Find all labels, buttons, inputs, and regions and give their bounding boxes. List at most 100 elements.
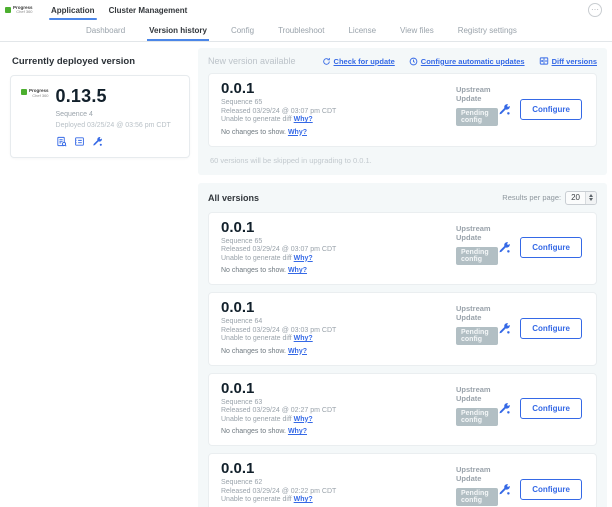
deployed-timestamp: Deployed 03/25/24 @ 03:56 pm CDT — [56, 122, 179, 129]
more-menu-button[interactable]: ⋯ — [588, 3, 602, 17]
diff-note: Unable to generate diff — [221, 255, 294, 262]
top-header: Progress Chef 360 Application Cluster Ma… — [0, 0, 612, 20]
version-number: 0.0.1 — [221, 81, 456, 97]
diff-why-link[interactable]: Why? — [294, 335, 313, 342]
version-row: 0.0.1 Sequence 63 Released 03/29/24 @ 02… — [208, 373, 597, 447]
main-column: New version available Check for update — [198, 42, 612, 507]
version-number: 0.0.1 — [221, 461, 456, 477]
diff-note: Unable to generate diff — [221, 335, 294, 342]
tab-application[interactable]: Application — [49, 0, 97, 20]
version-released: Released 03/29/24 @ 03:03 pm CDT — [221, 327, 456, 336]
version-row: 0.0.1 Sequence 65 Released 03/29/24 @ 03… — [208, 212, 597, 286]
new-version-section-title: New version available — [208, 56, 296, 66]
version-released: Released 03/29/24 @ 03:07 pm CDT — [221, 108, 456, 117]
diff-note: Unable to generate diff — [221, 496, 294, 503]
status-badge: Pending config — [456, 108, 498, 126]
content-area: Currently deployed version Progress Chef… — [0, 42, 612, 507]
edit-config-wrench-icon[interactable] — [498, 241, 511, 254]
deployed-panel: Currently deployed version Progress Chef… — [0, 42, 198, 158]
all-versions-section: All versions Results per page: 20 — [198, 183, 607, 507]
version-history-page: Progress Chef 360 Application Cluster Ma… — [0, 0, 612, 507]
version-sequence: Sequence 63 — [221, 399, 456, 408]
configure-button[interactable]: Configure — [520, 398, 582, 419]
skip-versions-note: 60 versions will be skipped in upgrading… — [210, 156, 597, 165]
changes-note: No changes to show. — [221, 348, 288, 355]
version-sequence: Sequence 65 — [221, 238, 456, 247]
edit-config-wrench-icon[interactable] — [498, 483, 511, 496]
progress-logo-icon — [5, 7, 11, 13]
view-config-icon[interactable] — [74, 136, 85, 147]
subnav-item-troubleshoot[interactable]: Troubleshoot — [278, 20, 324, 41]
diff-note: Unable to generate diff — [221, 116, 294, 123]
subnav-item-version-history[interactable]: Version history — [149, 20, 207, 41]
select-stepper-icon — [585, 192, 596, 204]
check-for-update-link[interactable]: Check for update — [322, 57, 395, 66]
deployed-version-card: Progress Chef 360 0.13.5 Sequence 4 Depl… — [10, 75, 190, 158]
edit-config-wrench-icon[interactable] — [498, 322, 511, 335]
tab-cluster-management[interactable]: Cluster Management — [107, 0, 190, 20]
deployed-panel-title: Currently deployed version — [12, 56, 190, 67]
version-number: 0.0.1 — [221, 300, 456, 316]
progress-logo-icon — [21, 89, 27, 95]
version-sequence: Sequence 64 — [221, 318, 456, 327]
version-row: 0.0.1 Sequence 62 Released 03/29/24 @ 02… — [208, 453, 597, 507]
version-source: Upstream Update — [456, 304, 498, 322]
version-number: 0.0.1 — [221, 220, 456, 236]
changes-why-link[interactable]: Why? — [288, 129, 307, 136]
version-number: 0.0.1 — [221, 381, 456, 397]
configure-button[interactable]: Configure — [520, 237, 582, 258]
edit-config-wrench-icon[interactable] — [92, 136, 103, 147]
version-source: Upstream Update — [456, 85, 498, 103]
subnav-item-view-files[interactable]: View files — [400, 20, 434, 41]
changes-why-link[interactable]: Why? — [288, 267, 307, 274]
diff-icon — [539, 56, 549, 66]
subnav-item-registry-settings[interactable]: Registry settings — [458, 20, 517, 41]
status-badge: Pending config — [456, 247, 498, 265]
diff-why-link[interactable]: Why? — [294, 416, 313, 423]
edit-config-wrench-icon[interactable] — [498, 103, 511, 116]
results-per-page-value: 20 — [566, 192, 585, 204]
results-per-page-select[interactable]: 20 — [565, 191, 597, 205]
deployed-app-logo: Progress Chef 360 — [21, 86, 49, 147]
version-released: Released 03/29/24 @ 03:07 pm CDT — [221, 246, 456, 255]
status-badge: Pending config — [456, 408, 498, 426]
configure-button[interactable]: Configure — [520, 318, 582, 339]
deployed-sequence: Sequence 4 — [56, 111, 179, 118]
subnav-item-license[interactable]: License — [348, 20, 376, 41]
version-sequence: Sequence 65 — [221, 99, 456, 108]
edit-config-wrench-icon[interactable] — [498, 402, 511, 415]
new-version-card: 0.0.1 Sequence 65 Released 03/29/24 @ 03… — [208, 73, 597, 147]
release-notes-icon[interactable] — [56, 136, 67, 147]
logo-line2: Chef 360 — [13, 10, 33, 15]
results-per-page-label: Results per page: — [502, 193, 561, 202]
version-source: Upstream Update — [456, 465, 498, 483]
diff-versions-link[interactable]: Diff versions — [539, 56, 597, 66]
diff-why-link[interactable]: Why? — [294, 255, 313, 262]
diff-why-link[interactable]: Why? — [294, 496, 313, 503]
subnav-item-config[interactable]: Config — [231, 20, 254, 41]
new-version-section: New version available Check for update — [198, 48, 607, 175]
app-logo: Progress Chef 360 — [5, 6, 39, 15]
configure-button[interactable]: Configure — [520, 479, 582, 500]
version-row: 0.0.1 Sequence 64 Released 03/29/24 @ 03… — [208, 292, 597, 366]
configure-automatic-updates-link[interactable]: Configure automatic updates — [409, 57, 525, 66]
changes-why-link[interactable]: Why? — [288, 428, 307, 435]
version-source: Upstream Update — [456, 385, 498, 403]
version-released: Released 03/29/24 @ 02:22 pm CDT — [221, 488, 456, 497]
deployed-version-number: 0.13.5 — [56, 86, 179, 107]
refresh-icon — [322, 57, 331, 66]
changes-why-link[interactable]: Why? — [288, 348, 307, 355]
logo-line2: Chef 360 — [29, 94, 49, 99]
diff-why-link[interactable]: Why? — [294, 116, 313, 123]
version-source: Upstream Update — [456, 224, 498, 242]
schedule-clock-icon — [409, 57, 418, 66]
configure-button[interactable]: Configure — [520, 99, 582, 120]
version-released: Released 03/29/24 @ 02:27 pm CDT — [221, 407, 456, 416]
diff-note: Unable to generate diff — [221, 416, 294, 423]
status-badge: Pending config — [456, 327, 498, 345]
version-sequence: Sequence 62 — [221, 479, 456, 488]
subnav-item-dashboard[interactable]: Dashboard — [86, 20, 125, 41]
changes-note: No changes to show. — [221, 428, 288, 435]
changes-note: No changes to show. — [221, 129, 288, 136]
changes-note: No changes to show. — [221, 267, 288, 274]
